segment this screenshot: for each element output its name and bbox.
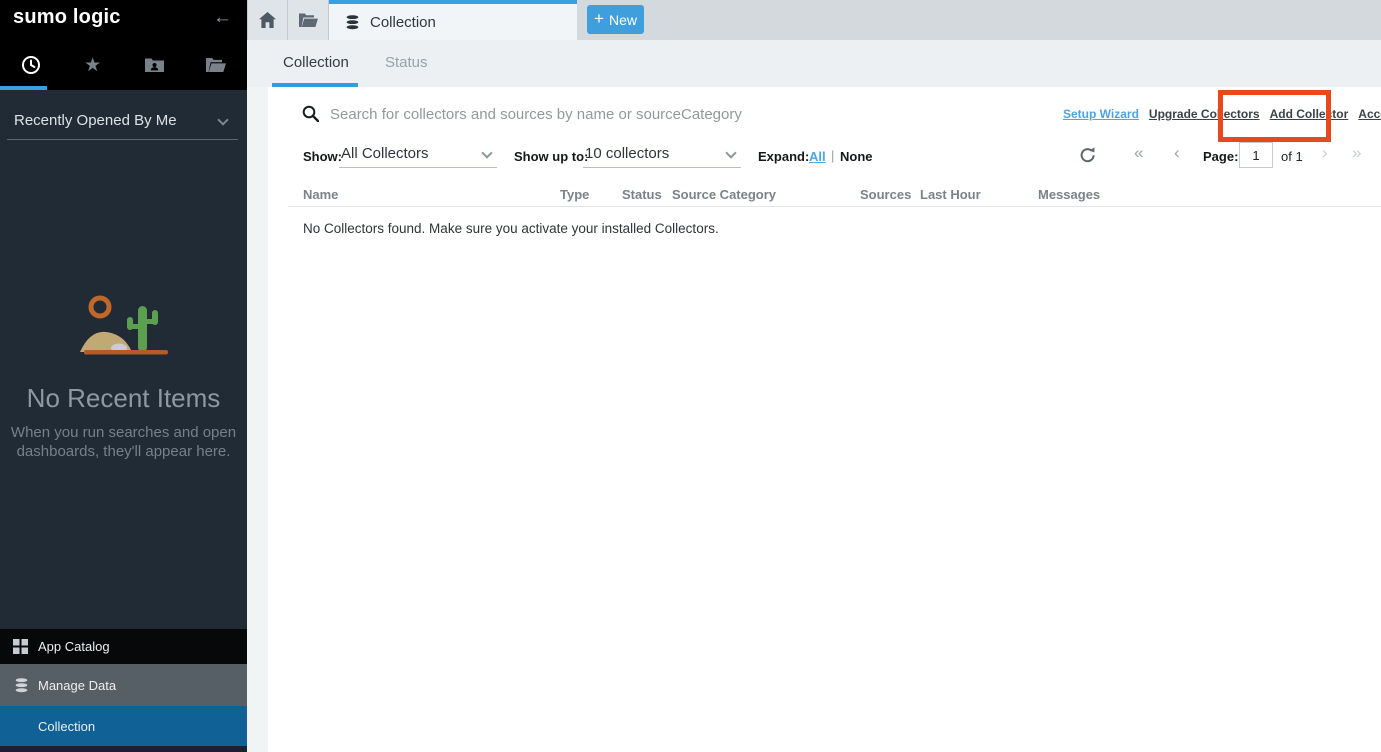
app-window: sumo logic ← ★ (0, 0, 1381, 752)
pagination-first-button[interactable]: « (1134, 144, 1143, 161)
sidebar-item-app-catalog[interactable]: App Catalog (0, 629, 247, 664)
limit-filter-dropdown[interactable]: 10 collectors (583, 142, 741, 168)
column-header-last-hour: Last Hour (920, 187, 981, 202)
shared-folder-icon (145, 57, 164, 73)
sidebar-icon-tabs: ★ (0, 40, 247, 90)
grid-icon (13, 639, 28, 654)
collapse-sidebar-arrow-icon[interactable]: ← (213, 7, 232, 29)
folder-tab-button[interactable] (288, 0, 329, 40)
sidebar-tab-library[interactable] (185, 40, 247, 90)
database-icon (344, 14, 361, 31)
page-number-input[interactable] (1239, 142, 1273, 168)
new-button-label: New (609, 12, 637, 28)
no-recent-items-title: No Recent Items (0, 383, 247, 414)
star-icon: ★ (84, 56, 101, 75)
open-folder-icon (206, 57, 226, 73)
clock-icon (21, 55, 41, 75)
recent-items-dropdown[interactable]: Recently Opened By Me (14, 112, 233, 134)
empty-table-message: No Collectors found. Make sure you activ… (303, 221, 719, 236)
home-icon (259, 12, 276, 28)
chevron-down-icon (481, 147, 492, 158)
home-tab-button[interactable] (247, 0, 288, 40)
sidebar-tab-favorites[interactable]: ★ (62, 40, 124, 90)
sidebar-tab-shared[interactable] (124, 40, 186, 90)
subtab-collection[interactable]: Collection (283, 54, 349, 71)
sumo-logic-logo: sumo logic (13, 6, 121, 29)
table-header-divider (288, 206, 1381, 207)
tab-collection[interactable]: Collection (329, 0, 577, 40)
database-icon (13, 677, 30, 694)
sun-icon (91, 298, 109, 316)
sidebar-item-label: Collection (38, 719, 95, 734)
column-header-sources: Sources (860, 187, 911, 202)
show-filter-dropdown[interactable]: All Collectors (339, 142, 497, 168)
collector-action-links: Setup Wizard Upgrade Collectors Add Coll… (1063, 107, 1381, 121)
search-icon (302, 105, 319, 122)
chevron-down-icon (725, 147, 736, 158)
sidebar-bottom-strip (0, 746, 247, 752)
upgrade-collectors-link[interactable]: Upgrade Collectors (1149, 107, 1260, 121)
sidebar: sumo logic ← ★ (0, 0, 247, 752)
sidebar-item-label: Manage Data (38, 678, 116, 693)
show-filter-label: Show: (303, 149, 342, 164)
show-filter-value: All Collectors (341, 145, 429, 162)
content-panel (268, 87, 1381, 752)
chevron-down-icon (217, 114, 228, 125)
empty-state-caption-line1: When you run searches and open (0, 424, 247, 441)
page-label: Page: (1203, 149, 1238, 164)
sidebar-header: sumo logic ← (0, 0, 247, 40)
column-header-name: Name (303, 187, 338, 202)
tab-label: Collection (370, 14, 436, 31)
page-total-label: of 1 (1281, 149, 1303, 164)
sidebar-tab-recents[interactable] (0, 40, 62, 90)
expand-all-link[interactable]: All (809, 149, 826, 164)
add-collector-link[interactable]: Add Collector (1270, 107, 1349, 121)
expand-none-link[interactable]: None (840, 149, 873, 164)
pagination-last-button[interactable]: » (1352, 144, 1361, 161)
plus-icon: + (594, 9, 604, 29)
divider: | (831, 148, 834, 163)
column-header-status: Status (622, 187, 662, 202)
new-button[interactable]: + New (587, 5, 644, 34)
open-folder-icon (299, 13, 318, 28)
sidebar-item-label: App Catalog (38, 639, 110, 654)
column-header-messages: Messages (1038, 187, 1100, 202)
subtab-status[interactable]: Status (385, 54, 428, 71)
sidebar-item-manage-data[interactable]: Manage Data (0, 664, 247, 706)
refresh-icon[interactable] (1079, 146, 1097, 164)
pagination-next-button[interactable]: › (1322, 144, 1328, 161)
pagination-prev-button[interactable]: ‹ (1174, 144, 1180, 161)
access-keys-link[interactable]: Access Keys (1358, 107, 1381, 121)
dropdown-underline (7, 139, 238, 140)
ground-icon (84, 350, 168, 355)
top-tab-strip: Collection + New (247, 0, 1381, 40)
recent-items-dropdown-label: Recently Opened By Me (14, 112, 177, 129)
sidebar-item-collection[interactable]: Collection (0, 706, 247, 746)
subtab-bar: Collection Status (247, 40, 1381, 87)
setup-wizard-link[interactable]: Setup Wizard (1063, 107, 1139, 121)
desert-empty-state-illustration (72, 290, 182, 360)
expand-label: Expand: (758, 149, 809, 164)
column-header-source-category: Source Category (672, 187, 776, 202)
limit-filter-value: 10 collectors (585, 145, 669, 162)
sidebar-active-tab-indicator (0, 86, 47, 90)
empty-state-caption-line2: dashboards, they'll appear here. (0, 443, 247, 460)
column-header-type: Type (560, 187, 589, 202)
content-gutter (247, 87, 268, 752)
limit-filter-label: Show up to: (514, 149, 588, 164)
search-input[interactable] (330, 102, 1030, 126)
